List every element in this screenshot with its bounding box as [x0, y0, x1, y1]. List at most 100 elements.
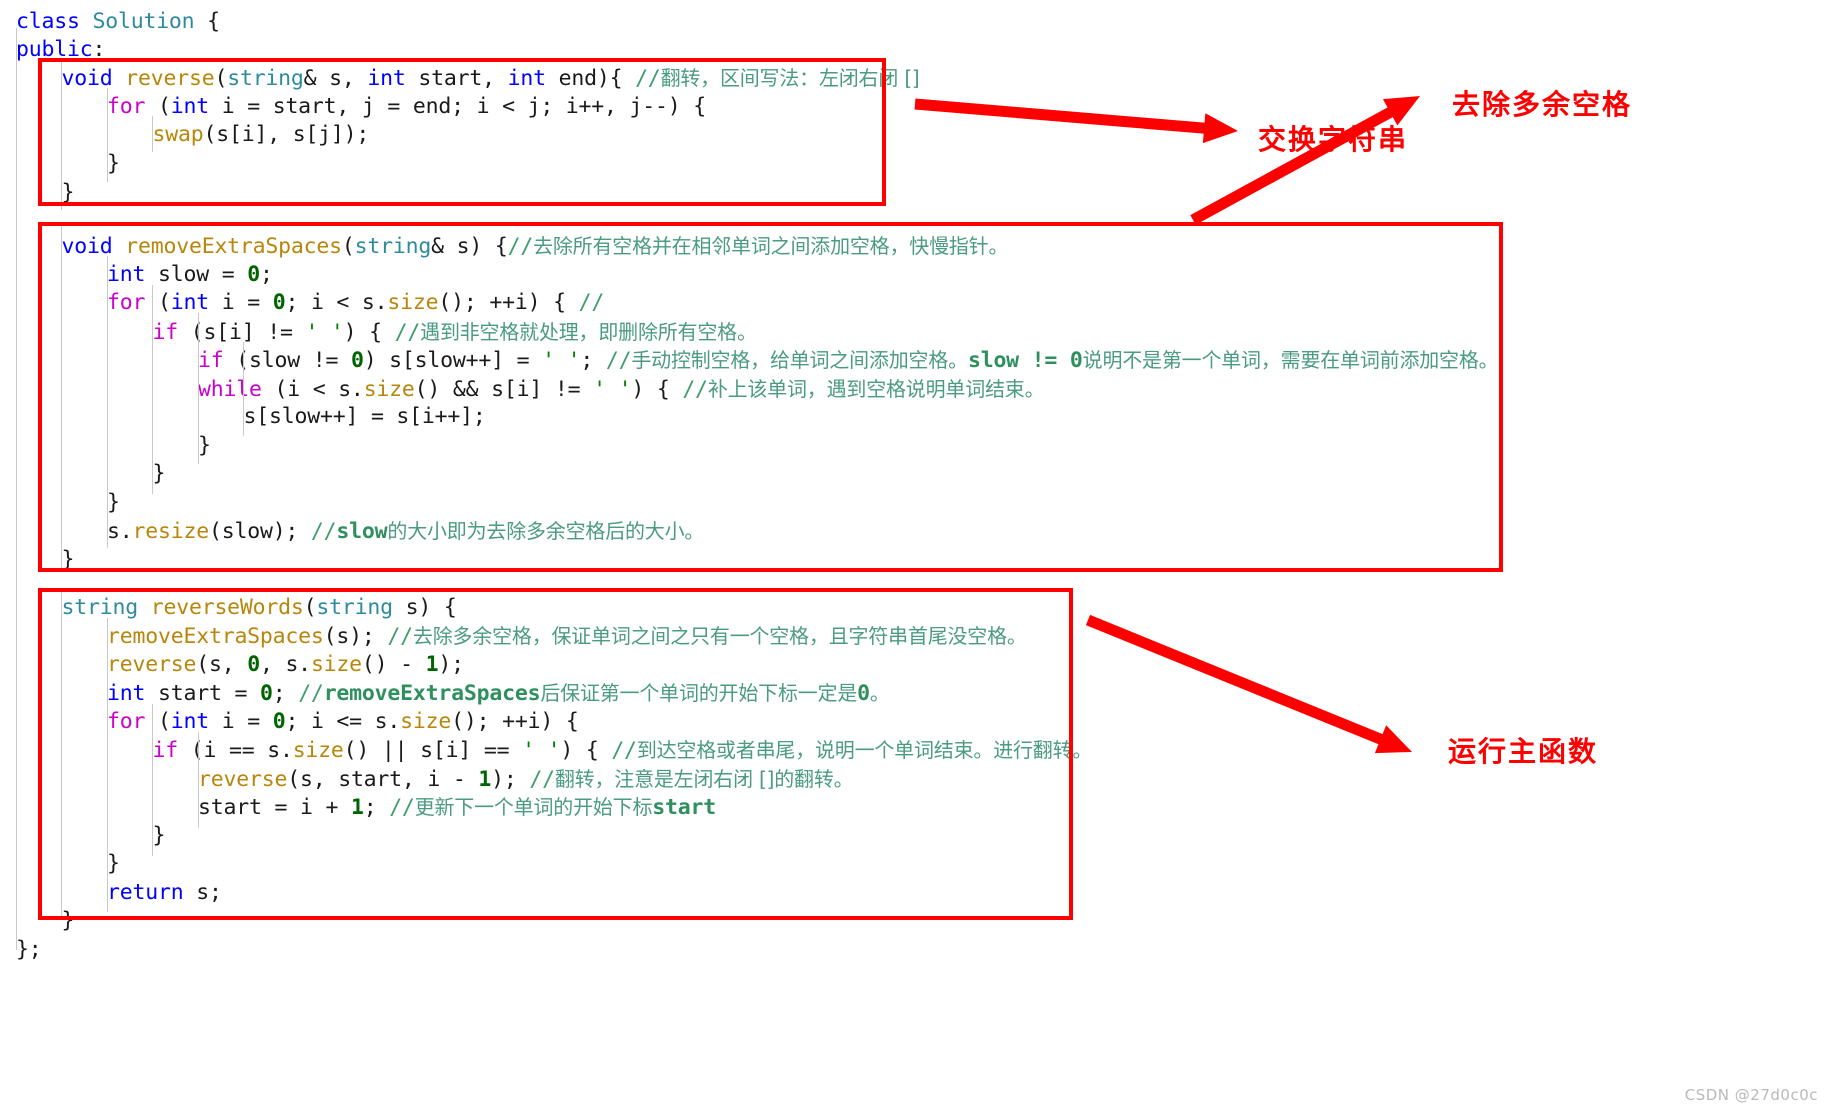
code-line: start = i + 1; //更新下一个单词的开始下标start: [0, 793, 1828, 822]
code-token: while: [198, 377, 275, 402]
code-token: for: [107, 290, 158, 315]
code-token: resize: [132, 519, 210, 544]
indent-guide: [243, 371, 244, 436]
code-token: }: [107, 151, 120, 176]
code-token: void: [61, 66, 126, 91]
code-token: );: [491, 767, 530, 792]
code-token: slow: [336, 519, 388, 544]
code-token: //: [298, 681, 324, 706]
indent-guide: [152, 704, 153, 856]
code-token: () || s[i] ==: [343, 738, 523, 763]
code-token: (s);: [323, 624, 388, 649]
code-token: start = i +: [198, 795, 351, 820]
code-token: };: [16, 937, 42, 962]
code-token: 0: [350, 348, 364, 373]
code-token: 补上该单词，遇到空格说明单词结束。: [707, 377, 1045, 401]
code-token: 0: [272, 709, 286, 734]
code-line: int start = 0; //removeExtraSpaces后保证第一个…: [0, 679, 1828, 708]
code-token: int: [107, 681, 158, 706]
code-token: size: [363, 377, 415, 402]
code-token: string: [227, 66, 304, 91]
code-line: }: [0, 850, 1828, 879]
code-token: ' ': [542, 348, 581, 373]
indent-guide: [16, 28, 17, 950]
code-token: class: [16, 9, 93, 34]
code-token: ; i < s.: [285, 290, 388, 315]
code-token: (s, start, i -: [287, 767, 479, 792]
code-token: slow =: [157, 262, 248, 287]
code-token: }: [107, 851, 120, 876]
code-line: s[slow++] = s[i++];: [0, 403, 1828, 432]
code-line: }: [0, 907, 1828, 936]
code-token: 1: [478, 767, 492, 792]
code-token: int: [170, 94, 222, 119]
code-token: reverse: [198, 767, 288, 792]
indent-guide: [61, 226, 62, 572]
code-token: removeExtraSpaces: [323, 681, 541, 706]
code-token: (); ++i) {: [438, 290, 579, 315]
code-token: //: [389, 795, 415, 820]
code-line: }: [0, 546, 1828, 575]
code-token: reverse: [125, 66, 215, 91]
code-token: reverseWords: [150, 595, 304, 620]
code-token: ' ': [305, 320, 344, 345]
code-token: if: [198, 348, 237, 373]
code-token: }: [107, 490, 120, 515]
code-token: //: [394, 320, 421, 345]
indent-guide: [198, 732, 199, 828]
code-token: (: [341, 234, 355, 259]
code-token: ) s[slow++] =: [363, 348, 543, 373]
code-token: ' ': [593, 377, 632, 402]
code-line: class Solution {: [0, 8, 1828, 37]
indent-guide: [61, 58, 62, 210]
indent-guide: [107, 618, 108, 912]
code-token: (: [157, 94, 171, 119]
indent-guide: [107, 256, 108, 548]
code-token: 到达空格或者串尾，说明一个单词结束。进行翻转。: [636, 738, 1093, 762]
code-token: public: [16, 37, 93, 62]
code-token: }: [152, 461, 166, 486]
code-token: (: [214, 66, 228, 91]
code-line: }: [0, 460, 1828, 489]
code-token: //: [682, 377, 708, 402]
code-token: ; i <= s.: [285, 709, 401, 734]
code-token: end){: [558, 66, 636, 91]
code-token: //: [387, 624, 413, 649]
code-token: ) {: [560, 738, 612, 763]
code-token: ) {: [631, 377, 683, 402]
code-token: 0: [259, 681, 273, 706]
code-token: 1: [350, 795, 364, 820]
code-token: );: [438, 652, 464, 677]
code-token: int: [170, 709, 222, 734]
code-token: Solution: [92, 9, 195, 34]
code-token: {: [194, 9, 220, 34]
code-token: (); ++i) {: [451, 709, 579, 734]
code-token: 1: [425, 652, 439, 677]
code-token: 的大小即为去除多余空格后的大小。: [387, 519, 705, 543]
code-token: //: [635, 66, 661, 91]
code-line: swap(s[i], s[j]);: [0, 121, 1828, 150]
watermark-text: CSDN @27d0c0c: [1684, 1086, 1818, 1104]
code-token: string: [354, 234, 432, 259]
code-token: (: [303, 595, 317, 620]
indent-guide: [107, 88, 108, 182]
code-token: if: [152, 320, 191, 345]
code-token: //: [310, 519, 337, 544]
indent-guide: [152, 116, 153, 152]
code-token: ;: [259, 262, 273, 287]
code-token: for: [107, 709, 158, 734]
code-token: removeExtraSpaces: [125, 234, 342, 259]
code-line: }: [0, 489, 1828, 518]
code-editor-canvas: class Solution {public: void reverse(stri…: [0, 0, 1828, 1110]
code-token: int: [507, 66, 559, 91]
code-token: 翻转，注意是左闭右闭 []的翻转。: [554, 767, 854, 791]
code-token: (slow !=: [236, 348, 351, 373]
code-token: (slow);: [208, 519, 311, 544]
code-token: start: [652, 795, 717, 820]
code-line: string reverseWords(string s) {: [0, 594, 1828, 623]
label-main-function: 运行主函数: [1448, 735, 1599, 768]
code-token: 遇到非空格就处理，即删除所有空格。: [420, 320, 757, 344]
code-token: 手动控制空格，给单词之间添加空格。: [631, 348, 968, 372]
code-token: //: [611, 738, 637, 763]
code-token: () -: [361, 652, 426, 677]
